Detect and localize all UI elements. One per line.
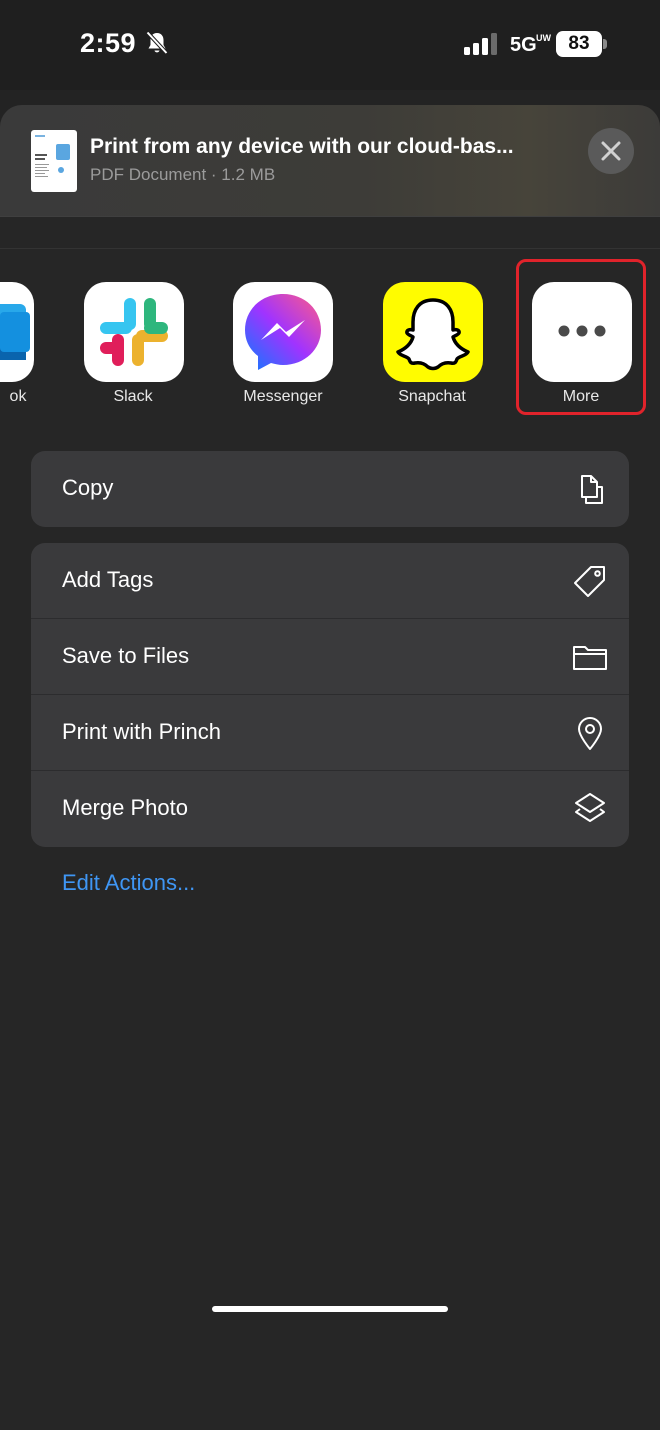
tag-icon bbox=[574, 566, 605, 597]
app-label-snapchat: Snapchat bbox=[398, 388, 466, 405]
action-print-with-princh[interactable]: Print with Princh bbox=[31, 695, 629, 771]
document-title: Print from any device with our cloud-bas… bbox=[90, 135, 514, 158]
battery-level: 83 bbox=[556, 31, 602, 57]
divider bbox=[0, 248, 660, 249]
action-label: Copy bbox=[62, 475, 114, 500]
status-bar: 2:59 5G UW 83 bbox=[0, 0, 660, 90]
outlook-app-icon bbox=[0, 304, 30, 360]
action-label: Print with Princh bbox=[62, 719, 221, 744]
highlight-annotation bbox=[516, 259, 646, 415]
app-messenger[interactable] bbox=[233, 282, 333, 382]
action-label: Add Tags bbox=[62, 567, 154, 592]
messenger-app-icon bbox=[245, 294, 321, 370]
actions-group: Add Tags Save to Files Print with Princh… bbox=[31, 543, 629, 847]
snapchat-app-icon bbox=[396, 298, 470, 371]
location-pin-icon bbox=[578, 717, 602, 750]
network-type: 5G bbox=[510, 34, 537, 56]
app-slack[interactable] bbox=[84, 282, 184, 382]
app-snapchat[interactable] bbox=[383, 282, 483, 382]
action-save-to-files[interactable]: Save to Files bbox=[31, 619, 629, 695]
app-outlook[interactable] bbox=[0, 282, 34, 382]
action-merge-photo[interactable]: Merge Photo bbox=[31, 771, 629, 847]
app-label-slack: Slack bbox=[113, 388, 153, 405]
copy-icon bbox=[581, 475, 603, 504]
close-icon bbox=[601, 141, 621, 161]
network-subtype: UW bbox=[536, 33, 551, 43]
copy-action-group: Copy bbox=[31, 451, 629, 527]
document-subtitle: PDF Document · 1.2 MB bbox=[90, 165, 276, 184]
action-label: Merge Photo bbox=[62, 795, 188, 820]
home-indicator[interactable] bbox=[212, 1306, 448, 1312]
action-add-tags[interactable]: Add Tags bbox=[31, 543, 629, 619]
app-label-messenger: Messenger bbox=[243, 388, 323, 405]
share-sheet-header: Print from any device with our cloud-bas… bbox=[0, 105, 660, 217]
action-label: Save to Files bbox=[62, 643, 190, 668]
cellular-signal-icon bbox=[464, 33, 497, 55]
slack-app-icon bbox=[100, 298, 168, 366]
folder-icon bbox=[573, 646, 607, 670]
bell-off-icon bbox=[146, 31, 168, 55]
edit-actions-link[interactable]: Edit Actions... bbox=[62, 870, 195, 896]
close-button[interactable] bbox=[588, 128, 634, 174]
share-sheet: Print from any device with our cloud-bas… bbox=[0, 105, 660, 1430]
action-copy[interactable]: Copy bbox=[31, 451, 629, 527]
battery-nub bbox=[603, 39, 607, 49]
document-thumbnail bbox=[31, 130, 77, 192]
layers-icon bbox=[575, 793, 605, 822]
status-time: 2:59 bbox=[80, 28, 137, 58]
